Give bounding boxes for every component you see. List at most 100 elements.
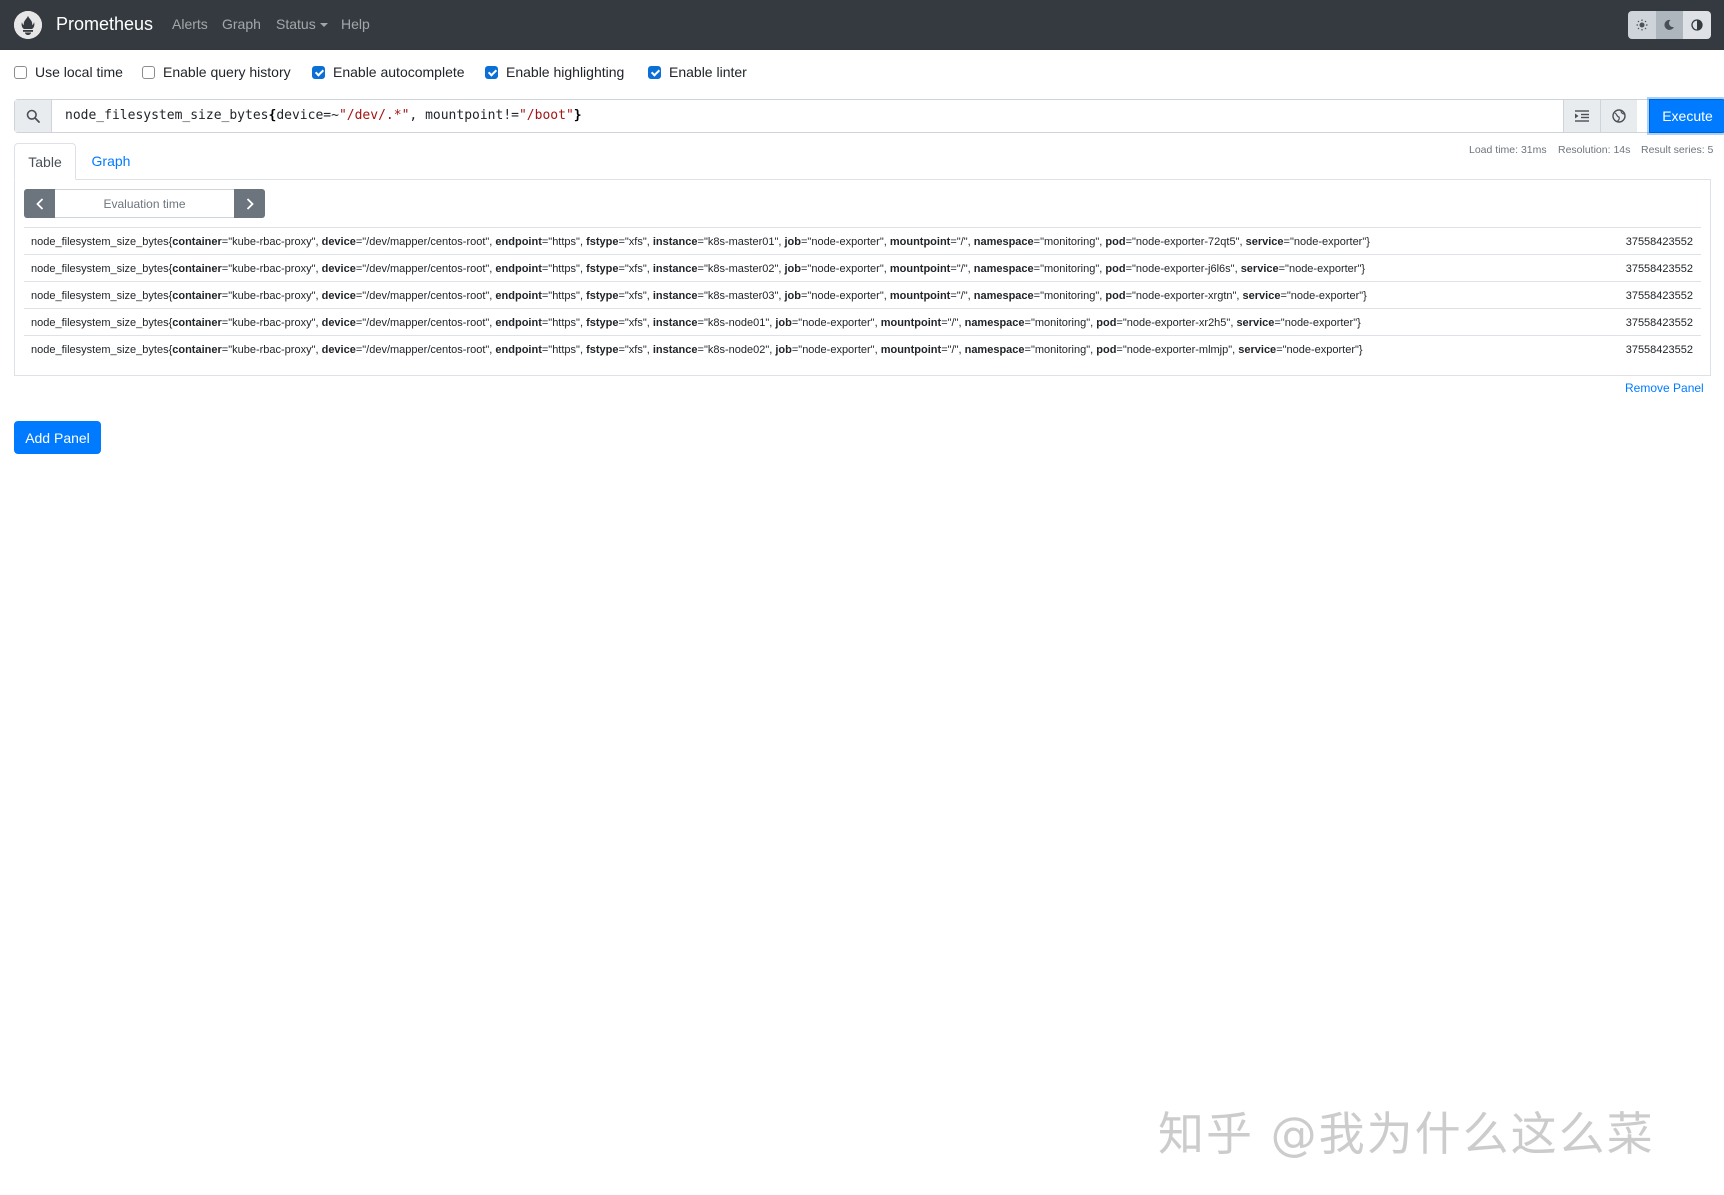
label-text: node_filesystem_size_bytes{ [31, 263, 173, 275]
nav-help[interactable]: Help [341, 16, 370, 32]
chevron-left-icon[interactable] [24, 189, 55, 218]
metrics-explorer-globe-icon[interactable] [1600, 100, 1637, 132]
label-key: namespace [964, 317, 1025, 329]
chevron-down-icon [319, 23, 328, 28]
label-text: ="/", [950, 236, 974, 248]
label-key: instance [652, 236, 698, 248]
label-text: ="kube-rbac-proxy", [221, 290, 322, 302]
nav-graph[interactable]: Graph [222, 16, 261, 32]
linter-label: Enable linter [669, 64, 747, 80]
query-metric: node_filesystem_size_bytes [65, 108, 269, 123]
label-text: ="/", [941, 344, 965, 356]
linter-checkbox[interactable]: Enable linter [648, 64, 747, 80]
label-key: device [321, 263, 356, 275]
checkbox-checked[interactable] [485, 65, 498, 79]
label-key: namespace [964, 344, 1025, 356]
evaluation-time-input[interactable]: Evaluation time [55, 189, 234, 218]
series-labels: node_filesystem_size_bytes{container="ku… [31, 317, 1361, 329]
moon-icon[interactable] [1655, 11, 1684, 39]
label-text: ="xfs", [618, 236, 653, 248]
tab-graph[interactable]: Graph [80, 143, 142, 179]
label-instance-value: ="k8s-master03", [697, 290, 785, 302]
label-text: ="monitoring", [1024, 317, 1097, 329]
label-text: ="node-exporter", [801, 263, 890, 275]
label-text: ="xfs", [618, 344, 653, 356]
label-pod-value: ="node-exporter-xrgtn", [1125, 290, 1243, 302]
label-text: ="/dev/mapper/centos-root", [355, 263, 496, 275]
series-labels: node_filesystem_size_bytes{container="ku… [31, 263, 1365, 275]
query-input[interactable]: node_filesystem_size_bytes{device=~"/dev… [65, 108, 582, 123]
label-pod-value: ="node-exporter-mlmjp", [1116, 344, 1239, 356]
table-row: node_filesystem_size_bytes{container="ku… [24, 254, 1701, 281]
label-key: container [172, 290, 222, 302]
label-text: ="node-exporter", [801, 290, 890, 302]
highlighting-checkbox[interactable]: Enable highlighting [485, 64, 624, 80]
load-time-stat: Load time: 31ms [1469, 144, 1547, 156]
label-instance-value: ="k8s-node01", [697, 317, 776, 329]
label-text: ="/dev/mapper/centos-root", [355, 317, 496, 329]
label-key: fstype [586, 290, 619, 302]
label-text: ="https", [541, 290, 587, 302]
brand-title[interactable]: Prometheus [56, 14, 153, 35]
checkbox-checked[interactable] [648, 65, 661, 79]
label-key: endpoint [495, 263, 542, 275]
search-icon [15, 100, 52, 132]
label-key: job [775, 317, 792, 329]
nav-alerts[interactable]: Alerts [172, 16, 208, 32]
label-key: job [784, 236, 802, 248]
label-text: ="node-exporter"} [1278, 263, 1366, 275]
prometheus-logo-icon[interactable] [14, 11, 42, 39]
use-local-time-label: Use local time [35, 64, 123, 80]
add-panel-button[interactable]: Add Panel [14, 421, 101, 454]
query-separator: , [409, 108, 426, 123]
label-text: ="node-exporter", [791, 344, 881, 356]
label-key: namespace [973, 263, 1034, 275]
label-text: ="node-exporter", [801, 236, 890, 248]
label-text: ="node-exporter"} [1280, 290, 1367, 302]
query-history-checkbox[interactable]: Enable query history [142, 64, 291, 80]
format-expression-icon[interactable] [1563, 100, 1600, 132]
label-pod-value: ="node-exporter-xr2h5", [1116, 317, 1237, 329]
table-row: node_filesystem_size_bytes{container="ku… [24, 308, 1701, 335]
label-instance-value: ="k8s-master01", [697, 236, 785, 248]
label-key: mountpoint [880, 317, 942, 329]
label-key: container [172, 344, 222, 356]
label-key: job [784, 263, 802, 275]
checkbox-unchecked[interactable] [14, 65, 27, 79]
series-labels: node_filesystem_size_bytes{container="ku… [31, 236, 1370, 248]
series-value: 37558423552 [1625, 263, 1693, 275]
series-value: 37558423552 [1625, 236, 1693, 248]
label-text: ="node-exporter", [791, 317, 881, 329]
label-key: device [321, 344, 356, 356]
execute-button[interactable]: Execute [1649, 99, 1724, 133]
label-key: service [1245, 236, 1284, 248]
checkbox-checked[interactable] [312, 65, 325, 79]
remove-panel-link[interactable]: Remove Panel [1625, 381, 1704, 395]
label-text: ="https", [541, 344, 587, 356]
label-text: ="https", [541, 236, 587, 248]
contrast-icon[interactable] [1683, 11, 1711, 39]
label-key: service [1236, 317, 1275, 329]
label-key: container [172, 236, 222, 248]
label-key: instance [652, 317, 698, 329]
tab-table[interactable]: Table [14, 143, 76, 180]
nav-status-label: Status [276, 16, 316, 32]
chevron-right-icon[interactable] [234, 189, 265, 218]
label-key: instance [652, 344, 698, 356]
label-key: namespace [973, 290, 1034, 302]
label-text: ="https", [541, 263, 587, 275]
autocomplete-checkbox[interactable]: Enable autocomplete [312, 64, 465, 80]
label-pod-value: ="node-exporter-j6l6s", [1125, 263, 1241, 275]
label-key: mountpoint [889, 290, 951, 302]
label-text: ="xfs", [618, 317, 653, 329]
theme-toggle-group [1628, 11, 1711, 39]
nav-status[interactable]: Status [276, 16, 328, 32]
sun-icon[interactable] [1628, 11, 1656, 39]
label-text: ="monitoring", [1033, 263, 1106, 275]
checkbox-unchecked[interactable] [142, 65, 155, 79]
use-local-time-checkbox[interactable]: Use local time [14, 64, 123, 80]
label-key: endpoint [495, 290, 542, 302]
label-key: endpoint [495, 236, 542, 248]
label-text: node_filesystem_size_bytes{ [31, 290, 173, 302]
query-history-label: Enable query history [163, 64, 291, 80]
